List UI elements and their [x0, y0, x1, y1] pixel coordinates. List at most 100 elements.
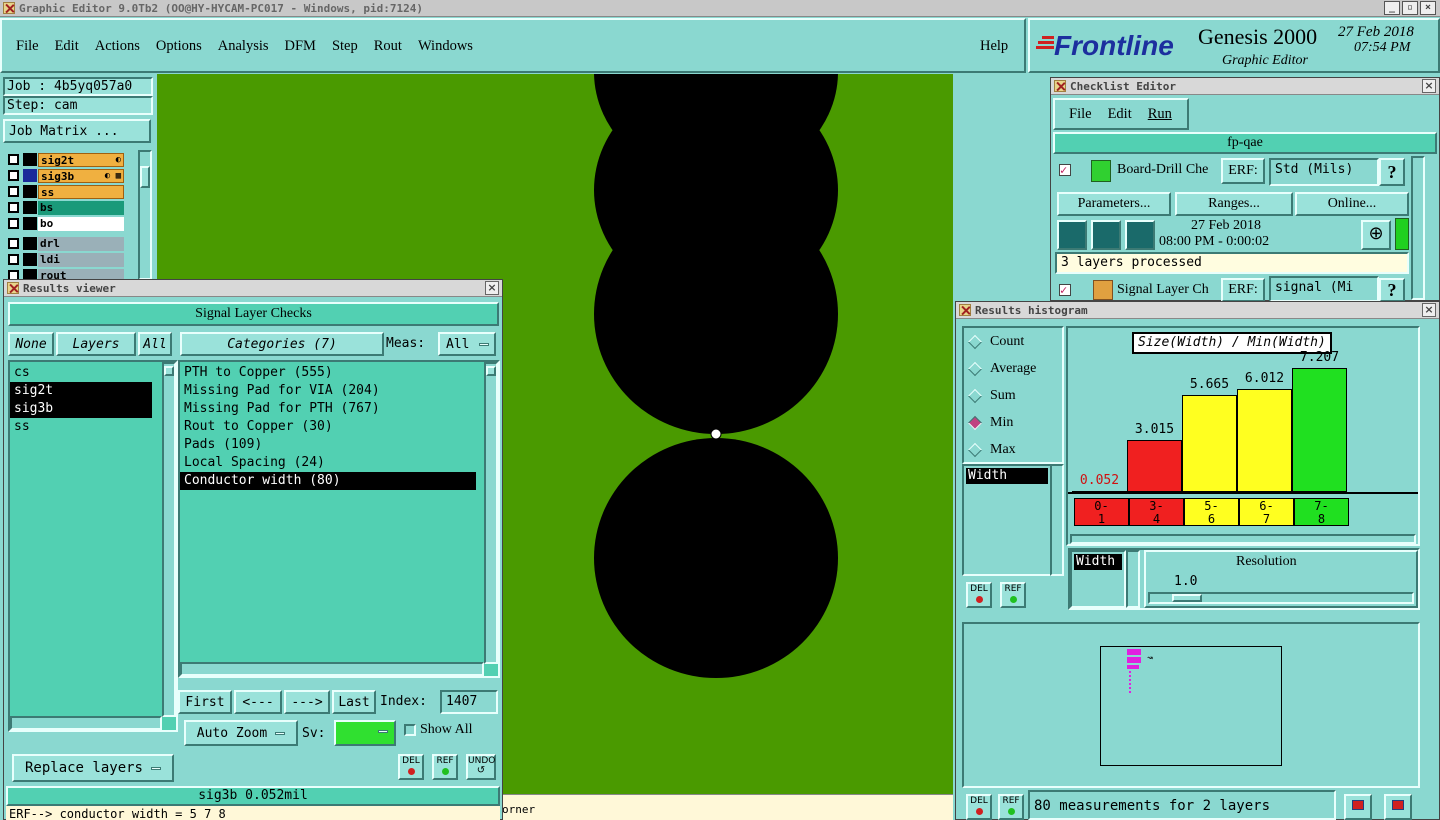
bin-label[interactable]: 0- 1	[1074, 498, 1129, 526]
action1-checkbox[interactable]: ✓	[1059, 164, 1071, 176]
hist-ref-button[interactable]: REF	[1000, 582, 1026, 608]
action1-help-button[interactable]: ?	[1379, 158, 1405, 186]
resolution-slider[interactable]	[1148, 592, 1414, 604]
histogram-close-button[interactable]: ×	[1422, 303, 1436, 317]
all-button[interactable]: All	[138, 332, 172, 356]
layer-checkbox[interactable]	[8, 238, 19, 249]
layer-checkbox[interactable]	[8, 202, 19, 213]
hist-del-button[interactable]: DEL	[966, 582, 992, 608]
auto-zoom-dropdown[interactable]: Auto Zoom	[184, 720, 298, 746]
checklist-close-button[interactable]: ×	[1422, 79, 1436, 93]
category-list-item[interactable]: Missing Pad for VIA (204)	[180, 382, 476, 400]
ref-button[interactable]: REF	[432, 754, 458, 780]
layer-list-item[interactable]: sig3b	[10, 400, 152, 418]
ranges-button[interactable]: Ranges...	[1175, 192, 1293, 216]
sv-color-dropdown[interactable]	[334, 720, 396, 746]
show-all-checkbox[interactable]	[404, 724, 416, 736]
parameters-button[interactable]: Parameters...	[1057, 192, 1171, 216]
results-viewer-close-button[interactable]: ×	[485, 281, 499, 295]
width-list[interactable]: Width	[1070, 550, 1126, 608]
close-button[interactable]: ×	[1420, 1, 1436, 15]
histogram-bar[interactable]	[1292, 368, 1347, 492]
undo-button[interactable]: UNDO ↺	[466, 754, 496, 780]
run-action-icon[interactable]	[1125, 220, 1155, 250]
bin-label[interactable]: 6- 7	[1239, 498, 1294, 526]
preview-ref-button[interactable]: REF	[998, 794, 1024, 820]
action1-erf-button[interactable]: ERF:	[1221, 158, 1265, 184]
menu-edit[interactable]: Edit	[55, 38, 79, 55]
chart-hscrollbar[interactable]	[1070, 534, 1416, 544]
action1-name[interactable]: Board-Drill Che	[1117, 162, 1221, 178]
layer-checkbox[interactable]	[8, 186, 19, 197]
report-icon[interactable]	[1384, 794, 1412, 820]
checklist-menu-run[interactable]: Run	[1148, 106, 1172, 123]
previous-button[interactable]: <---	[234, 690, 282, 714]
layer-list-item[interactable]: cs	[10, 364, 152, 382]
action2-erf-button[interactable]: ERF:	[1221, 278, 1265, 302]
category-list-item[interactable]: PTH to Copper (555)	[180, 364, 476, 382]
index-input[interactable]: 1407	[440, 690, 498, 714]
layer-row[interactable]: bs	[8, 200, 124, 215]
category-list-item[interactable]: Local Spacing (24)	[180, 454, 476, 472]
layer-list-item[interactable]: ss	[10, 418, 152, 436]
radio-count[interactable]: Count	[964, 328, 1062, 355]
layer-checkbox[interactable]	[8, 154, 19, 165]
menu-options[interactable]: Options	[156, 38, 202, 55]
measure-scrollbar[interactable]	[1050, 464, 1064, 576]
menu-actions[interactable]: Actions	[95, 38, 140, 55]
layer-row[interactable]: bo	[8, 216, 124, 231]
radio-min[interactable]: Min	[964, 409, 1062, 436]
action2-name[interactable]: Signal Layer Ch	[1117, 282, 1221, 298]
menu-analysis[interactable]: Analysis	[218, 38, 269, 55]
width-scrollbar[interactable]	[1126, 550, 1140, 608]
layer-checkbox[interactable]	[8, 254, 19, 265]
histogram-bar[interactable]	[1237, 389, 1292, 492]
layer-row[interactable]: ldi	[8, 252, 124, 267]
measure-item[interactable]: Width	[966, 468, 1048, 484]
menu-dfm[interactable]: DFM	[285, 38, 316, 55]
layer-row[interactable]: sig2t ◐	[8, 152, 124, 167]
layer-row[interactable]: sig3b ◐ ▦	[8, 168, 124, 183]
first-button[interactable]: First	[178, 690, 232, 714]
last-button[interactable]: Last	[332, 690, 376, 714]
meas-dropdown[interactable]: All	[438, 332, 496, 356]
bin-label[interactable]: 5- 6	[1184, 498, 1239, 526]
run-action-icon[interactable]	[1057, 220, 1087, 250]
resolution-slider-thumb[interactable]	[1172, 594, 1202, 602]
layer-row[interactable]: ss	[8, 184, 124, 199]
category-list-item[interactable]: Pads (109)	[180, 436, 476, 454]
bin-label[interactable]: 3- 4	[1129, 498, 1184, 526]
layer-checkbox[interactable]	[8, 170, 19, 181]
layer-row[interactable]: drl	[8, 236, 124, 251]
menu-step[interactable]: Step	[332, 38, 358, 55]
action1-erf-value[interactable]: Std (Mils)	[1269, 158, 1379, 186]
help-menu[interactable]: Help	[980, 38, 1008, 55]
categories-button[interactable]: Categories (7)	[180, 332, 384, 356]
category-results-list[interactable]: PTH to Copper (555) Missing Pad for VIA (…	[178, 360, 500, 678]
category-list-item[interactable]: Conductor width (80)	[180, 472, 476, 490]
layer-scrollbar[interactable]	[138, 150, 152, 280]
menu-windows[interactable]: Windows	[418, 38, 473, 55]
radio-average[interactable]: Average	[964, 355, 1062, 382]
export-icon[interactable]	[1344, 794, 1372, 820]
none-button[interactable]: None	[8, 332, 54, 356]
layers-button[interactable]: Layers	[56, 332, 136, 356]
category-list-item[interactable]: Missing Pad for PTH (767)	[180, 400, 476, 418]
action2-erf-value[interactable]: signal (Mi	[1269, 276, 1379, 302]
layer-checkbox[interactable]	[8, 218, 19, 229]
width-item[interactable]: Width	[1074, 554, 1122, 570]
measure-list[interactable]: Width	[962, 464, 1052, 576]
preview-del-button[interactable]: DEL	[966, 794, 992, 820]
measurement-marker[interactable]	[710, 428, 722, 440]
zoom-in-icon[interactable]: ⊕	[1361, 220, 1391, 250]
histogram-bar[interactable]	[1127, 440, 1182, 492]
layer-list-item[interactable]: sig2t	[10, 382, 152, 400]
next-button[interactable]: --->	[284, 690, 330, 714]
checklist-menu-file[interactable]: File	[1069, 106, 1092, 123]
minimize-button[interactable]: _	[1384, 1, 1400, 15]
menu-rout[interactable]: Rout	[374, 38, 402, 55]
action2-checkbox[interactable]: ✓	[1059, 284, 1071, 296]
maximize-button[interactable]: ▫	[1402, 1, 1418, 15]
layer-results-list[interactable]: cs sig2t sig3b ss	[8, 360, 178, 732]
radio-sum[interactable]: Sum	[964, 382, 1062, 409]
